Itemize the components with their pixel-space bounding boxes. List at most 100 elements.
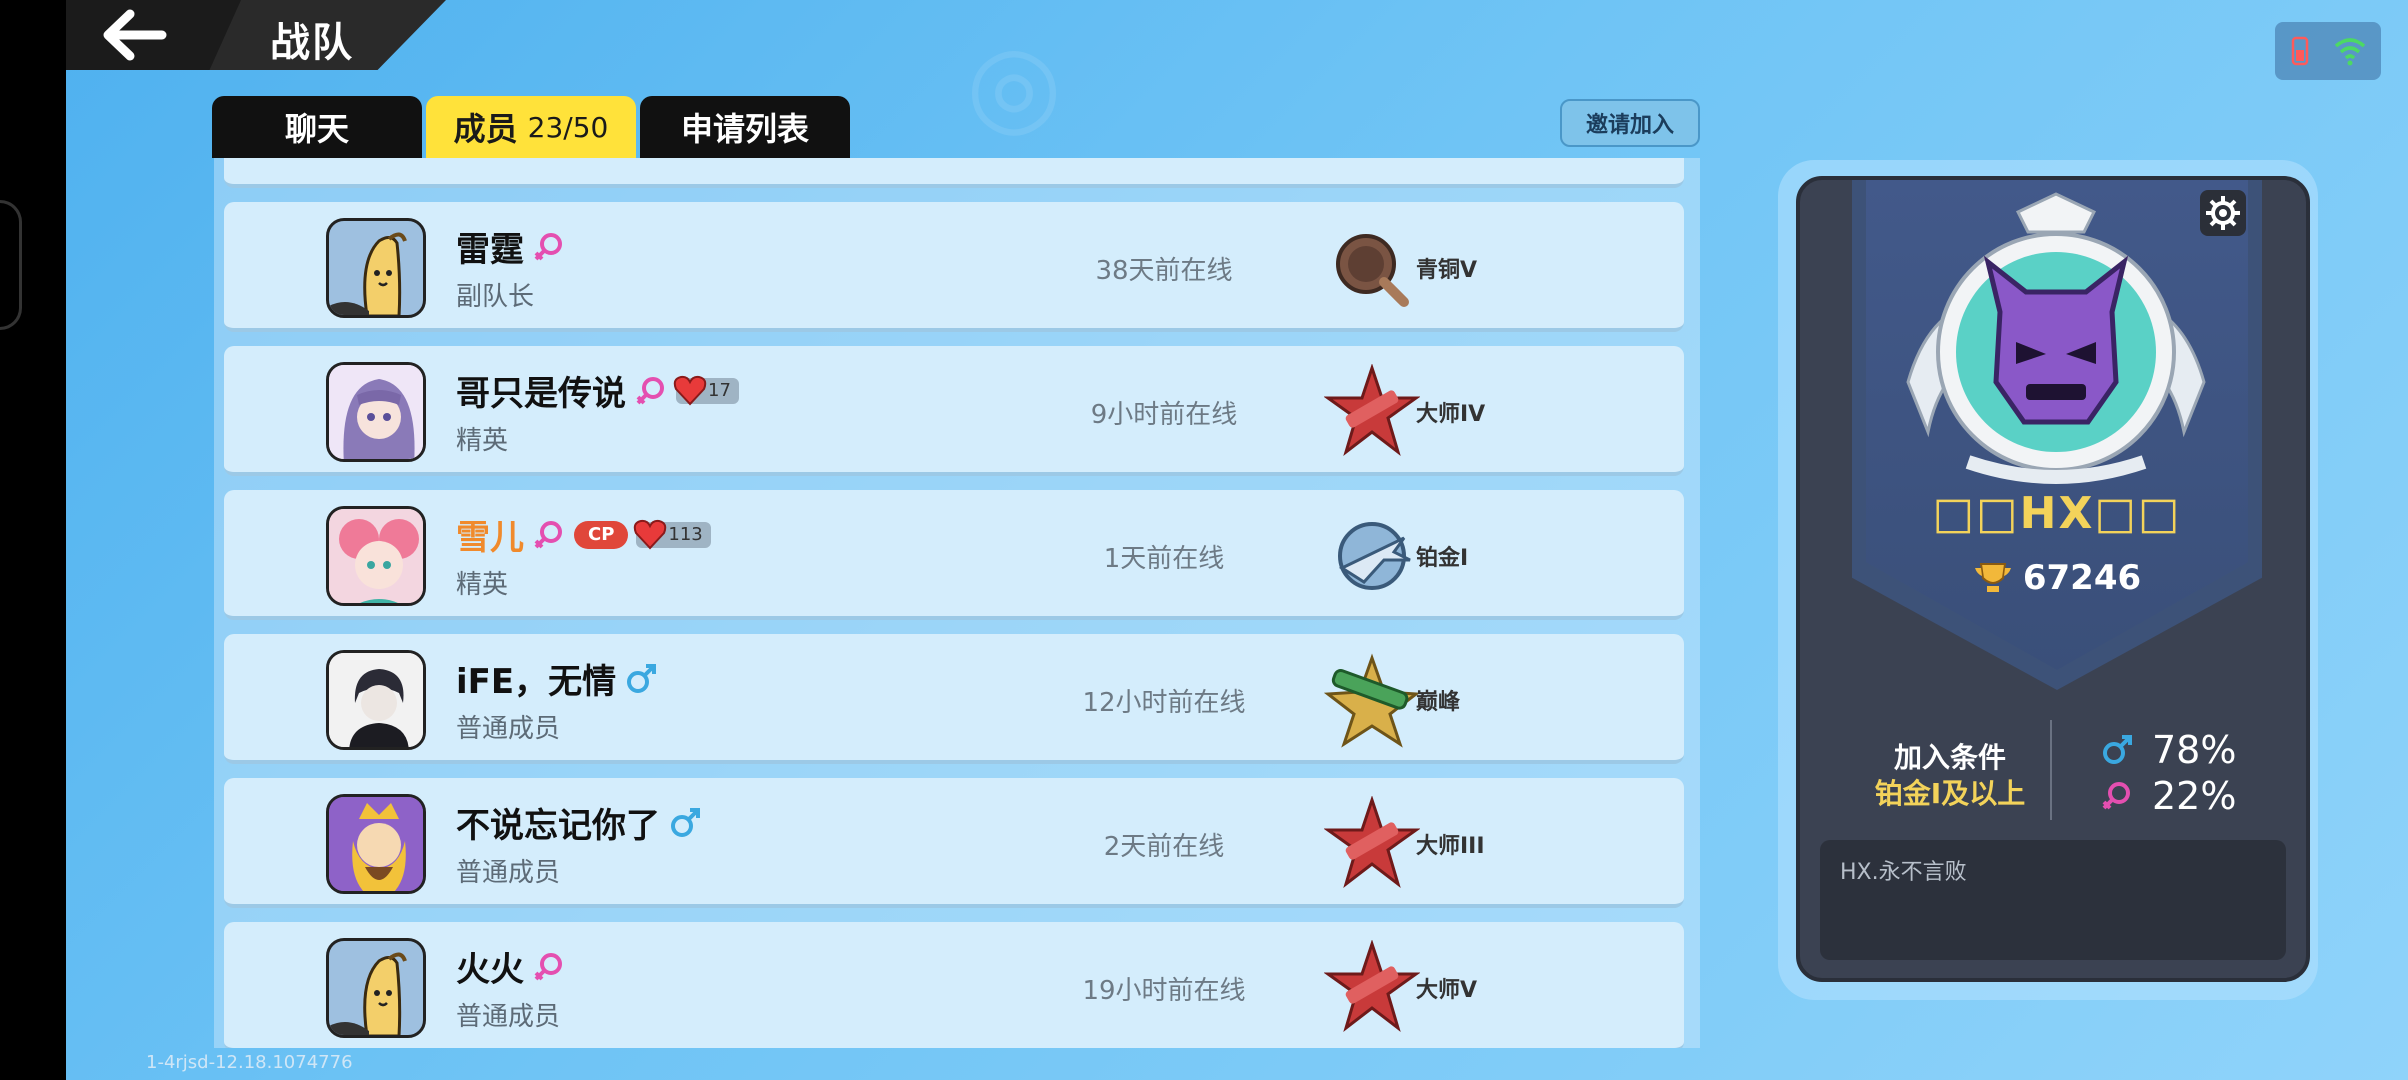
- member-name: 火火: [456, 942, 566, 991]
- peak-rocket-icon: [1324, 653, 1420, 748]
- member-row-partial[interactable]: [224, 158, 1684, 188]
- tab-label: 聊天: [284, 110, 349, 148]
- female-icon: [534, 520, 562, 548]
- female-icon: [2102, 782, 2130, 810]
- member-last-online: 9小时前在线: [1090, 400, 1238, 430]
- clan-name: □□HX□□: [1932, 488, 2182, 539]
- member-name-text: iFE，无情: [456, 662, 617, 702]
- male-icon: [627, 663, 657, 693]
- male-icon: [671, 807, 700, 837]
- rank-label: 大师V: [1416, 978, 1478, 1003]
- rank-label: 铂金I: [1416, 546, 1469, 571]
- member-last-online: 38天前在线: [1095, 256, 1233, 286]
- member-name: iFE，无情: [456, 654, 658, 703]
- avatar[interactable]: [326, 650, 426, 750]
- member-last-online: 2天前在线: [1103, 832, 1225, 862]
- bg-decoration: ◎: [966, 20, 1062, 148]
- member-role: 副队长: [456, 282, 535, 312]
- clan-motto: HX.永不言败: [1840, 860, 1967, 885]
- clan-motto-box: HX.永不言败: [1820, 840, 2286, 960]
- cp-badge: CP: [574, 520, 629, 549]
- member-row[interactable]: 雷霆 副队长 38天前在线 青铜V: [224, 202, 1684, 332]
- bronze-pan-icon: [1336, 234, 1409, 307]
- page-title: 战队: [270, 20, 354, 66]
- avatar[interactable]: [326, 506, 426, 606]
- tab-bar: 聊天 成员 23/50 申请列表: [212, 96, 850, 158]
- female-icon: [534, 952, 562, 980]
- member-row[interactable]: 哥只是传说 17 精英 9小时前在线 大师IV: [224, 346, 1684, 476]
- clan-score: 67246: [1800, 558, 2314, 598]
- tab-chat[interactable]: 聊天: [212, 96, 422, 158]
- member-name: 不说忘记你了: [456, 798, 702, 847]
- female-ratio: 22%: [2100, 774, 2236, 818]
- pink-hair-avatar-icon: [329, 509, 423, 603]
- invite-button[interactable]: 邀请加入: [1560, 99, 1700, 147]
- version-label: 1-4rjsd-12.18.1074776: [146, 1052, 353, 1073]
- master-star-icon: [1324, 940, 1420, 1033]
- avatar[interactable]: [326, 794, 426, 894]
- male-percent: 78%: [2152, 728, 2237, 772]
- status-indicators: [2275, 22, 2381, 80]
- female-icon: [636, 376, 664, 404]
- member-role: 普通成员: [456, 1002, 561, 1032]
- male-icon: [2103, 735, 2132, 764]
- arrow-left-icon: [103, 9, 167, 61]
- male-ratio: 78%: [2100, 728, 2236, 772]
- intimacy-badge: 113: [634, 519, 711, 549]
- member-row[interactable]: 不说忘记你了 普通成员 2天前在线 大师III: [224, 778, 1684, 908]
- member-name-text: 不说忘记你了: [456, 806, 660, 846]
- female-percent: 22%: [2152, 774, 2237, 818]
- phone-battery-icon: [2291, 36, 2309, 66]
- king-avatar-icon: [329, 797, 423, 891]
- rank-label: 大师IV: [1416, 402, 1486, 427]
- intimacy-count: 113: [668, 524, 703, 545]
- member-name-text: 雪儿: [456, 518, 524, 558]
- member-last-online: 19小时前在线: [1082, 976, 1246, 1006]
- anime-girl-avatar-icon: [329, 365, 423, 459]
- intimacy-count: 17: [708, 380, 731, 401]
- master-star-icon: [1324, 364, 1420, 457]
- member-name: 哥只是传说 17: [456, 366, 739, 415]
- rank-label: 巅峰: [1416, 690, 1461, 715]
- avatar[interactable]: [326, 938, 426, 1038]
- heart-icon: [673, 375, 707, 405]
- tab-label: 成员: [453, 110, 518, 148]
- trophy-icon: [1974, 563, 2011, 592]
- join-condition-value: 铂金I及以上: [1874, 777, 2026, 810]
- member-name: 雪儿 CP 113: [456, 510, 711, 559]
- member-row[interactable]: 雪儿 CP 113 精英 1天前在线 铂金I: [224, 490, 1684, 620]
- female-icon: [534, 232, 562, 260]
- dark-boy-avatar-icon: [329, 653, 423, 747]
- back-button[interactable]: [100, 8, 170, 62]
- banana-avatar-icon: [329, 232, 407, 315]
- member-role: 精英: [456, 570, 509, 600]
- member-role: 普通成员: [456, 714, 561, 744]
- tab-members[interactable]: 成员 23/50: [426, 96, 636, 158]
- rank-label: 大师III: [1416, 834, 1485, 859]
- member-name-text: 雷霆: [456, 230, 524, 270]
- banana-avatar-icon: [329, 952, 407, 1035]
- member-name-text: 火火: [456, 950, 524, 990]
- member-role: 普通成员: [456, 858, 561, 888]
- clan-emblem-icon: [1906, 192, 2206, 484]
- member-row[interactable]: 火火 普通成员 19小时前在线 大师V: [224, 922, 1684, 1048]
- settings-button[interactable]: [2200, 190, 2246, 236]
- member-count: 23/50: [527, 110, 609, 144]
- master-star-icon: [1324, 796, 1420, 889]
- wifi-icon: [2334, 38, 2366, 66]
- rank-label: 青铜V: [1416, 258, 1478, 283]
- clan-score-value: 67246: [2022, 558, 2142, 598]
- intimacy-badge: 17: [673, 375, 739, 405]
- screen-notch: [0, 200, 22, 330]
- member-list[interactable]: 雷霆 副队长 38天前在线 青铜V 哥只是传说 17 精英 9小时前在线 大师I…: [214, 158, 1700, 1048]
- avatar[interactable]: [326, 218, 426, 318]
- gear-icon: [2206, 196, 2240, 230]
- member-last-online: 1天前在线: [1103, 544, 1225, 574]
- member-last-online: 12小时前在线: [1082, 688, 1246, 718]
- join-condition-title: 加入条件: [1893, 741, 2006, 774]
- member-row[interactable]: iFE，无情 普通成员 12小时前在线 巅峰: [224, 634, 1684, 764]
- member-name-text: 哥只是传说: [456, 374, 626, 414]
- clan-card: □□HX□□ 67246 加入条件 铂金I及以上 78% 22% HX.永不言败: [1796, 176, 2310, 982]
- avatar[interactable]: [326, 362, 426, 462]
- tab-requests[interactable]: 申请列表: [640, 96, 850, 158]
